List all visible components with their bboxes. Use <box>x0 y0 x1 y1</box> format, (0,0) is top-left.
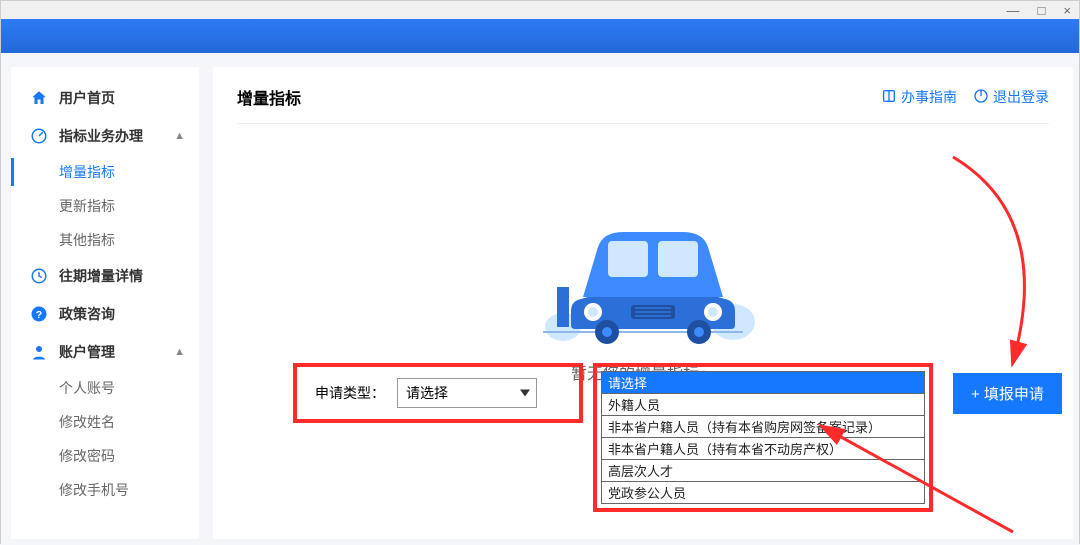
window-minimize-button[interactable]: — <box>1007 3 1020 18</box>
logout-link-label: 退出登录 <box>993 87 1049 107</box>
sidebar-label-indicator: 指标业务办理 <box>59 126 143 146</box>
window-close-button[interactable]: × <box>1063 3 1071 18</box>
sidebar-item-home[interactable]: 用户首页 <box>11 79 199 117</box>
guide-link-label: 办事指南 <box>901 87 957 107</box>
option-talent[interactable]: 高层次人才 <box>601 460 925 482</box>
apply-type-select[interactable]: 请选择 <box>397 378 537 408</box>
page-title: 增量指标 <box>237 85 301 109</box>
sidebar-sub-rename-label: 修改姓名 <box>59 412 115 432</box>
header-bar <box>1 19 1079 53</box>
window-titlebar: — □ × <box>1 1 1079 19</box>
sidebar-sub-other-label: 其他指标 <box>59 230 115 250</box>
apply-type-dropdown: 请选择 外籍人员 非本省户籍人员（持有本省购房网签备案记录） 非本省户籍人员（持… <box>593 363 933 512</box>
sidebar-sub-rename[interactable]: 修改姓名 <box>11 405 199 439</box>
sidebar-label-account: 账户管理 <box>59 342 115 362</box>
sidebar-item-history[interactable]: 往期增量详情 <box>11 257 199 295</box>
dashboard-icon <box>29 126 49 146</box>
sidebar-label-history: 往期增量详情 <box>59 266 143 286</box>
home-icon <box>29 88 49 108</box>
apply-type-row: 申请类型： 请选择 <box>293 363 583 423</box>
main-content: 增量指标 办事指南 退出登录 <box>213 67 1073 539</box>
history-icon <box>29 266 49 286</box>
chevron-up-icon: ▲ <box>174 130 185 142</box>
chevron-up-icon: ▲ <box>174 346 185 358</box>
sidebar-sub-update[interactable]: 更新指标 <box>11 189 199 223</box>
sidebar-sub-increment[interactable]: 增量指标 <box>11 155 199 189</box>
empty-state-illustration: 暂无您的增量指标～ <box>503 177 783 384</box>
sidebar-sub-increment-label: 增量指标 <box>59 162 115 182</box>
logout-link[interactable]: 退出登录 <box>973 87 1049 107</box>
sidebar-item-indicator[interactable]: 指标业务办理 ▲ <box>11 117 199 155</box>
sidebar-label-policy: 政策咨询 <box>59 304 115 324</box>
power-icon <box>973 88 989 107</box>
option-official[interactable]: 党政参公人员 <box>601 482 925 504</box>
sidebar-item-policy[interactable]: ? 政策咨询 <box>11 295 199 333</box>
svg-text:?: ? <box>36 309 42 321</box>
sidebar-sub-update-label: 更新指标 <box>59 196 115 216</box>
option-non-local-property[interactable]: 非本省户籍人员（持有本省不动房产权） <box>601 438 925 460</box>
annotation-arrow <box>933 147 1063 397</box>
option-foreigner[interactable]: 外籍人员 <box>601 394 925 416</box>
window-maximize-button[interactable]: □ <box>1038 3 1046 18</box>
book-icon <box>881 88 897 107</box>
sidebar-sub-phone[interactable]: 修改手机号 <box>11 473 199 507</box>
submit-button[interactable]: + 填报申请 <box>953 373 1062 414</box>
apply-type-label: 申请类型： <box>315 383 385 403</box>
sidebar-sub-other[interactable]: 其他指标 <box>11 223 199 257</box>
sidebar: 用户首页 指标业务办理 ▲ 增量指标 更新指标 其他指标 <box>11 67 199 539</box>
sidebar-sub-password[interactable]: 修改密码 <box>11 439 199 473</box>
option-placeholder[interactable]: 请选择 <box>601 371 925 394</box>
sidebar-item-account[interactable]: 账户管理 ▲ <box>11 333 199 371</box>
user-icon <box>29 342 49 362</box>
guide-link[interactable]: 办事指南 <box>881 87 957 107</box>
sidebar-sub-phone-label: 修改手机号 <box>59 480 129 500</box>
sidebar-sub-personal-label: 个人账号 <box>59 378 115 398</box>
question-icon: ? <box>29 304 49 324</box>
sidebar-sub-password-label: 修改密码 <box>59 446 115 466</box>
sidebar-sub-personal[interactable]: 个人账号 <box>11 371 199 405</box>
car-icon <box>523 177 763 347</box>
option-non-local-record[interactable]: 非本省户籍人员（持有本省购房网签备案记录） <box>601 416 925 438</box>
apply-type-select-value: 请选择 <box>406 385 448 401</box>
sidebar-label-home: 用户首页 <box>59 88 115 108</box>
